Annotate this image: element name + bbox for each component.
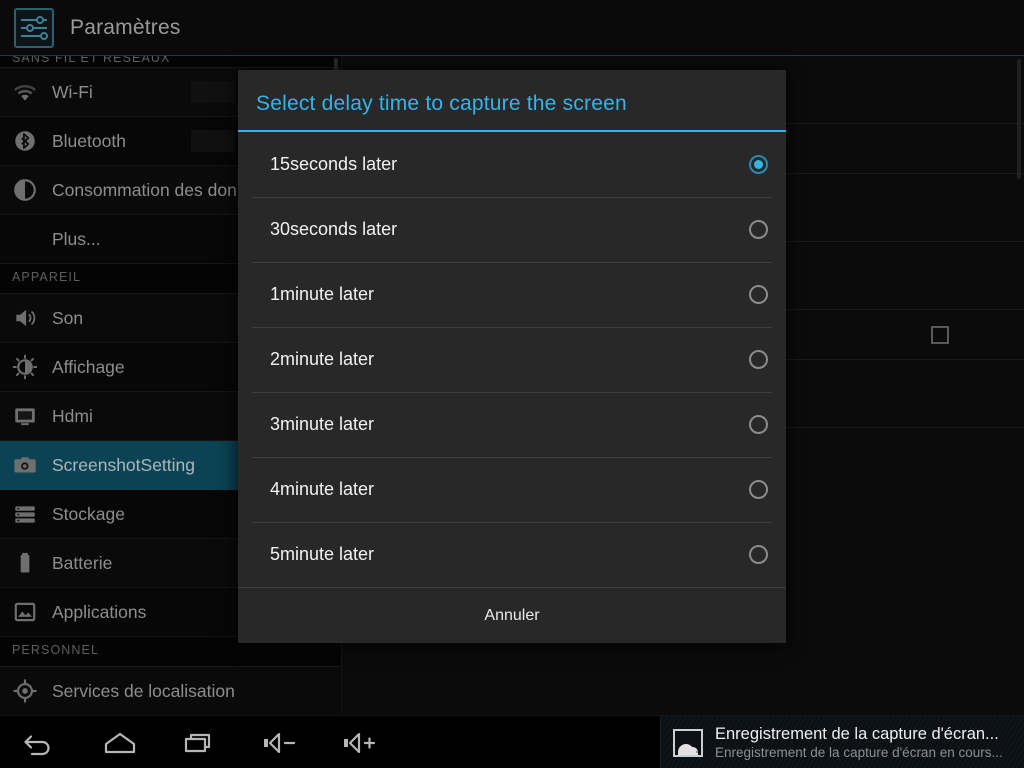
radio-button-2-minute[interactable] xyxy=(749,350,768,369)
navigation-keys xyxy=(0,716,400,768)
cancel-button[interactable]: Annuler xyxy=(238,588,786,643)
sidebar-item-label: Son xyxy=(52,307,84,328)
notification-title: Enregistrement de la capture d'écran... xyxy=(715,725,999,743)
applications-icon xyxy=(12,599,38,625)
sidebar-item-label: Stockage xyxy=(52,503,125,524)
back-arrow-icon xyxy=(23,730,57,756)
volume-up-icon xyxy=(341,730,379,756)
option-label: 5minute later xyxy=(270,544,375,564)
option-label: 4minute later xyxy=(270,479,375,499)
radio-button-1-minute[interactable] xyxy=(749,285,768,304)
option-row-15-seconds[interactable]: 15seconds later xyxy=(238,132,786,197)
radio-button-5-minute[interactable] xyxy=(749,545,768,564)
sidebar-item-label: Bluetooth xyxy=(52,130,126,151)
option-label: 3minute later xyxy=(270,414,375,434)
home-icon xyxy=(103,730,137,756)
location-icon xyxy=(12,678,38,704)
sidebar-item-location-services[interactable]: Services de localisation xyxy=(0,667,340,715)
sidebar-item-label: Batterie xyxy=(52,552,113,573)
display-brightness-icon xyxy=(12,354,38,380)
volume-down-icon xyxy=(261,730,299,756)
hdmi-monitor-icon xyxy=(12,403,38,429)
bluetooth-toggle[interactable] xyxy=(191,130,235,152)
wifi-toggle[interactable] xyxy=(191,81,235,103)
option-label: 30seconds later xyxy=(270,219,398,239)
option-row-4-minute[interactable]: 4minute later xyxy=(238,457,786,522)
volume-up-button[interactable] xyxy=(320,716,400,768)
sidebar-item-label: ScreenshotSetting xyxy=(52,454,196,475)
option-row-5-minute[interactable]: 5minute later xyxy=(238,522,786,587)
sidebar-item-label: Hdmi xyxy=(52,405,93,426)
battery-icon xyxy=(12,550,38,576)
image-picture-icon xyxy=(673,728,703,757)
option-label: 2minute later xyxy=(270,349,375,369)
recents-button[interactable] xyxy=(160,716,240,768)
settings-sliders-icon xyxy=(14,7,54,48)
delay-options-list[interactable]: 15seconds later 30seconds later 1minute … xyxy=(238,132,786,587)
option-row-2-minute[interactable]: 2minute later xyxy=(238,327,786,392)
system-navigation-bar: Enregistrement de la capture d'écran... … xyxy=(0,715,1024,768)
dialog-footer: Annuler xyxy=(238,587,786,643)
sidebar-item-label: Services de localisation xyxy=(52,680,235,701)
back-button[interactable] xyxy=(0,716,80,768)
page-title: Paramètres xyxy=(70,15,181,39)
sidebar-item-label: Affichage xyxy=(52,356,125,377)
delay-time-dialog: Select delay time to capture the screen … xyxy=(238,70,786,643)
bluetooth-icon xyxy=(12,128,38,154)
content-checkbox[interactable] xyxy=(931,325,949,344)
screenshot-saving-notification[interactable]: Enregistrement de la capture d'écran... … xyxy=(660,716,1024,768)
home-button[interactable] xyxy=(80,716,160,768)
notification-texts: Enregistrement de la capture d'écran... … xyxy=(715,724,1003,761)
wifi-icon xyxy=(12,79,38,105)
notification-subtitle: Enregistrement de la capture d'écran en … xyxy=(715,745,1003,760)
data-usage-icon xyxy=(12,177,38,203)
option-row-30-seconds[interactable]: 30seconds later xyxy=(238,197,786,262)
recents-icon xyxy=(183,730,217,756)
option-row-3-minute[interactable]: 3minute later xyxy=(238,392,786,457)
sound-icon xyxy=(12,305,38,331)
storage-icon xyxy=(12,501,38,527)
android-settings-screen: Paramètres SANS FIL ET RÉSEAUX Wi-Fi Blu… xyxy=(0,0,1024,768)
radio-button-30-seconds[interactable] xyxy=(749,220,768,239)
camera-icon xyxy=(12,452,38,478)
sidebar-section-header-wireless: SANS FIL ET RÉSEAUX xyxy=(0,56,340,68)
option-row-1-minute[interactable]: 1minute later xyxy=(238,262,786,327)
radio-button-15-seconds[interactable] xyxy=(749,155,768,174)
sidebar-item-label: Plus... xyxy=(52,228,101,249)
sidebar-item-label: Wi-Fi xyxy=(52,81,93,102)
radio-button-3-minute[interactable] xyxy=(749,415,768,434)
option-label: 1minute later xyxy=(270,284,375,304)
dialog-title: Select delay time to capture the screen xyxy=(238,70,786,132)
radio-button-4-minute[interactable] xyxy=(749,480,768,499)
action-bar: Paramètres xyxy=(0,0,1024,56)
content-scrollbar[interactable] xyxy=(1017,59,1021,179)
sidebar-item-label: Applications xyxy=(52,601,147,622)
option-label: 15seconds later xyxy=(270,154,398,174)
volume-down-button[interactable] xyxy=(240,716,320,768)
